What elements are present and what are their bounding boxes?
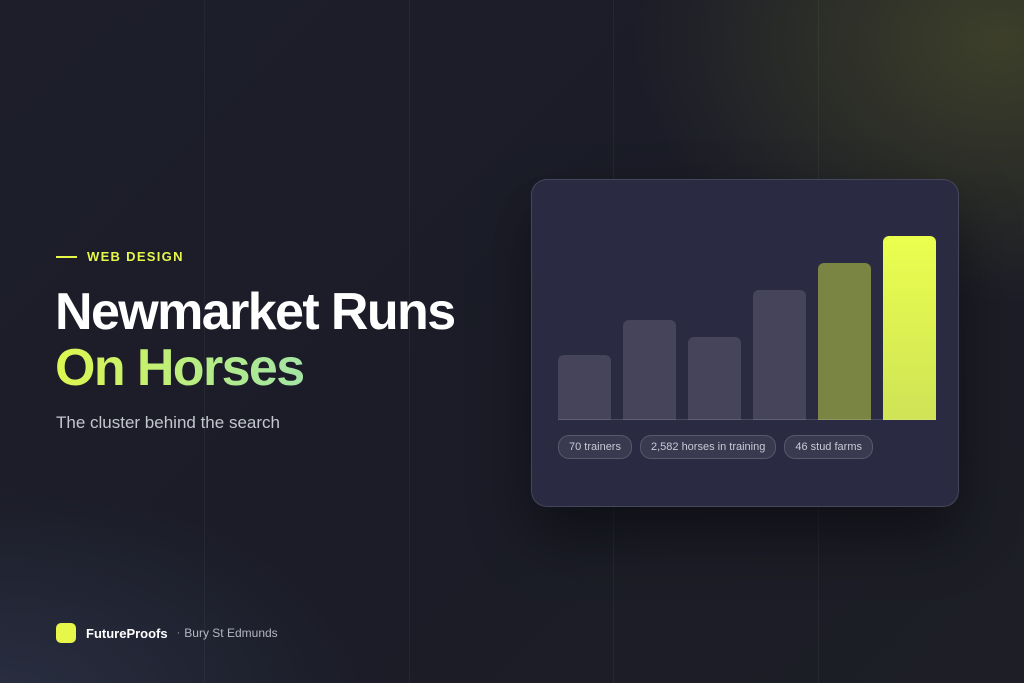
stat-chip-stud-farms: 46 stud farms bbox=[784, 435, 873, 459]
chart-bar bbox=[883, 236, 936, 420]
eyebrow-rule bbox=[56, 255, 77, 258]
eyebrow: WEB DESIGN bbox=[56, 249, 184, 264]
eyebrow-label: WEB DESIGN bbox=[87, 249, 184, 264]
title-line-2: On Horses bbox=[55, 340, 455, 396]
stat-chip-horses: 2,582 horses in training bbox=[639, 435, 777, 459]
chart-bar bbox=[688, 337, 741, 420]
location-text: Bury St Edmunds bbox=[184, 626, 278, 640]
chart-bar bbox=[818, 263, 871, 420]
chart-baseline bbox=[558, 419, 936, 420]
subtitle: The cluster behind the search bbox=[56, 413, 280, 432]
chart-card: 70 trainers 2,582 horses in training 46 … bbox=[531, 179, 959, 507]
stat-chip-trainers: 70 trainers bbox=[558, 435, 632, 459]
stat-chips: 70 trainers 2,582 horses in training 46 … bbox=[558, 435, 873, 459]
page-title: Newmarket Runs On Horses bbox=[55, 283, 456, 396]
chart-bar bbox=[753, 290, 806, 420]
title-line-1: Newmarket Runs bbox=[55, 283, 456, 341]
chart-bar bbox=[623, 320, 676, 420]
footer: FutureProofs · Bury St Edmunds bbox=[56, 623, 278, 643]
bar-chart bbox=[558, 220, 936, 420]
brand-logo-icon bbox=[56, 623, 76, 643]
chart-bar bbox=[558, 355, 611, 420]
brand-name: FutureProofs bbox=[86, 625, 168, 641]
footer-separator: · bbox=[176, 627, 181, 639]
